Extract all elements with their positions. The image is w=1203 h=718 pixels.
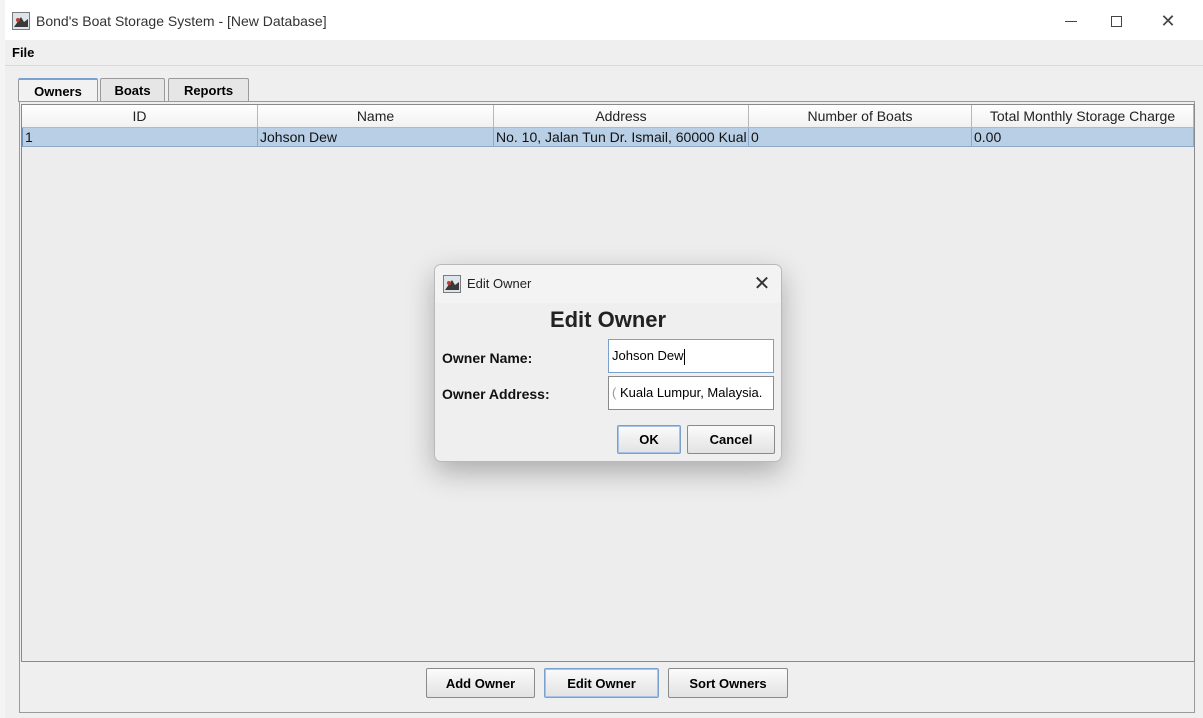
edit-owner-dialog: Edit Owner ✕ Edit Owner Owner Name: Johs… <box>434 264 782 462</box>
dialog-title-bar: Edit Owner ✕ <box>435 265 781 303</box>
table-row[interactable]: 1 Johson Dew No. 10, Jalan Tun Dr. Ismai… <box>22 128 1194 147</box>
close-icon: ✕ <box>1160 10 1176 31</box>
owner-address-field[interactable]: ( Kuala Lumpur, Malaysia. <box>608 376 774 410</box>
cancel-button[interactable]: Cancel <box>687 425 775 454</box>
dialog-heading: Edit Owner <box>549 307 667 332</box>
owner-name-field[interactable]: Johson Dew <box>608 339 774 373</box>
table-header: ID Name Address Number of Boats Total Mo… <box>22 105 1194 128</box>
window-title: Bond's Boat Storage System - [New Databa… <box>36 13 327 29</box>
title-bar: Bond's Boat Storage System - [New Databa… <box>5 0 1203 40</box>
cell-id[interactable]: 1 <box>22 128 258 147</box>
java-app-icon <box>443 275 461 293</box>
cell-name[interactable]: Johson Dew <box>258 128 494 147</box>
cell-address[interactable]: No. 10, Jalan Tun Dr. Ismail, 60000 Kual <box>494 128 749 147</box>
menu-file[interactable]: File <box>12 45 34 60</box>
menu-bar: File <box>5 40 1203 66</box>
tab-owners[interactable]: Owners <box>18 78 98 102</box>
column-header-address[interactable]: Address <box>494 105 749 128</box>
minimize-icon <box>1065 20 1077 22</box>
maximize-button[interactable] <box>1096 8 1136 34</box>
edit-owner-button[interactable]: Edit Owner <box>544 668 659 698</box>
column-header-id[interactable]: ID <box>22 105 258 128</box>
column-header-total-monthly-storage-charge[interactable]: Total Monthly Storage Charge <box>972 105 1194 128</box>
add-owner-button[interactable]: Add Owner <box>426 668 535 698</box>
column-header-number-of-boats[interactable]: Number of Boats <box>749 105 972 128</box>
column-header-name[interactable]: Name <box>258 105 494 128</box>
owner-address-label: Owner Address: <box>442 386 550 402</box>
cell-total-monthly-storage-charge[interactable]: 0.00 <box>972 128 1194 147</box>
owner-name-value: Johson Dew <box>612 348 684 363</box>
owner-name-label: Owner Name: <box>442 350 533 366</box>
tab-reports[interactable]: Reports <box>168 78 249 101</box>
sort-owners-button[interactable]: Sort Owners <box>668 668 788 698</box>
close-button[interactable]: ✕ <box>1148 8 1188 34</box>
button-bar: Add Owner Edit Owner Sort Owners <box>20 668 1194 712</box>
clipped-text-edge: ( <box>612 385 617 400</box>
tab-boats[interactable]: Boats <box>100 78 165 101</box>
text-caret <box>683 348 685 365</box>
dialog-close-icon[interactable]: ✕ <box>751 271 773 296</box>
owner-address-value: Kuala Lumpur, Malaysia. <box>619 385 763 400</box>
maximize-icon <box>1110 15 1122 27</box>
dialog-title: Edit Owner <box>467 276 532 291</box>
cell-number-of-boats[interactable]: 0 <box>749 128 972 147</box>
java-app-icon <box>12 12 30 30</box>
minimize-button[interactable] <box>1051 8 1091 34</box>
ok-button[interactable]: OK <box>617 425 681 454</box>
